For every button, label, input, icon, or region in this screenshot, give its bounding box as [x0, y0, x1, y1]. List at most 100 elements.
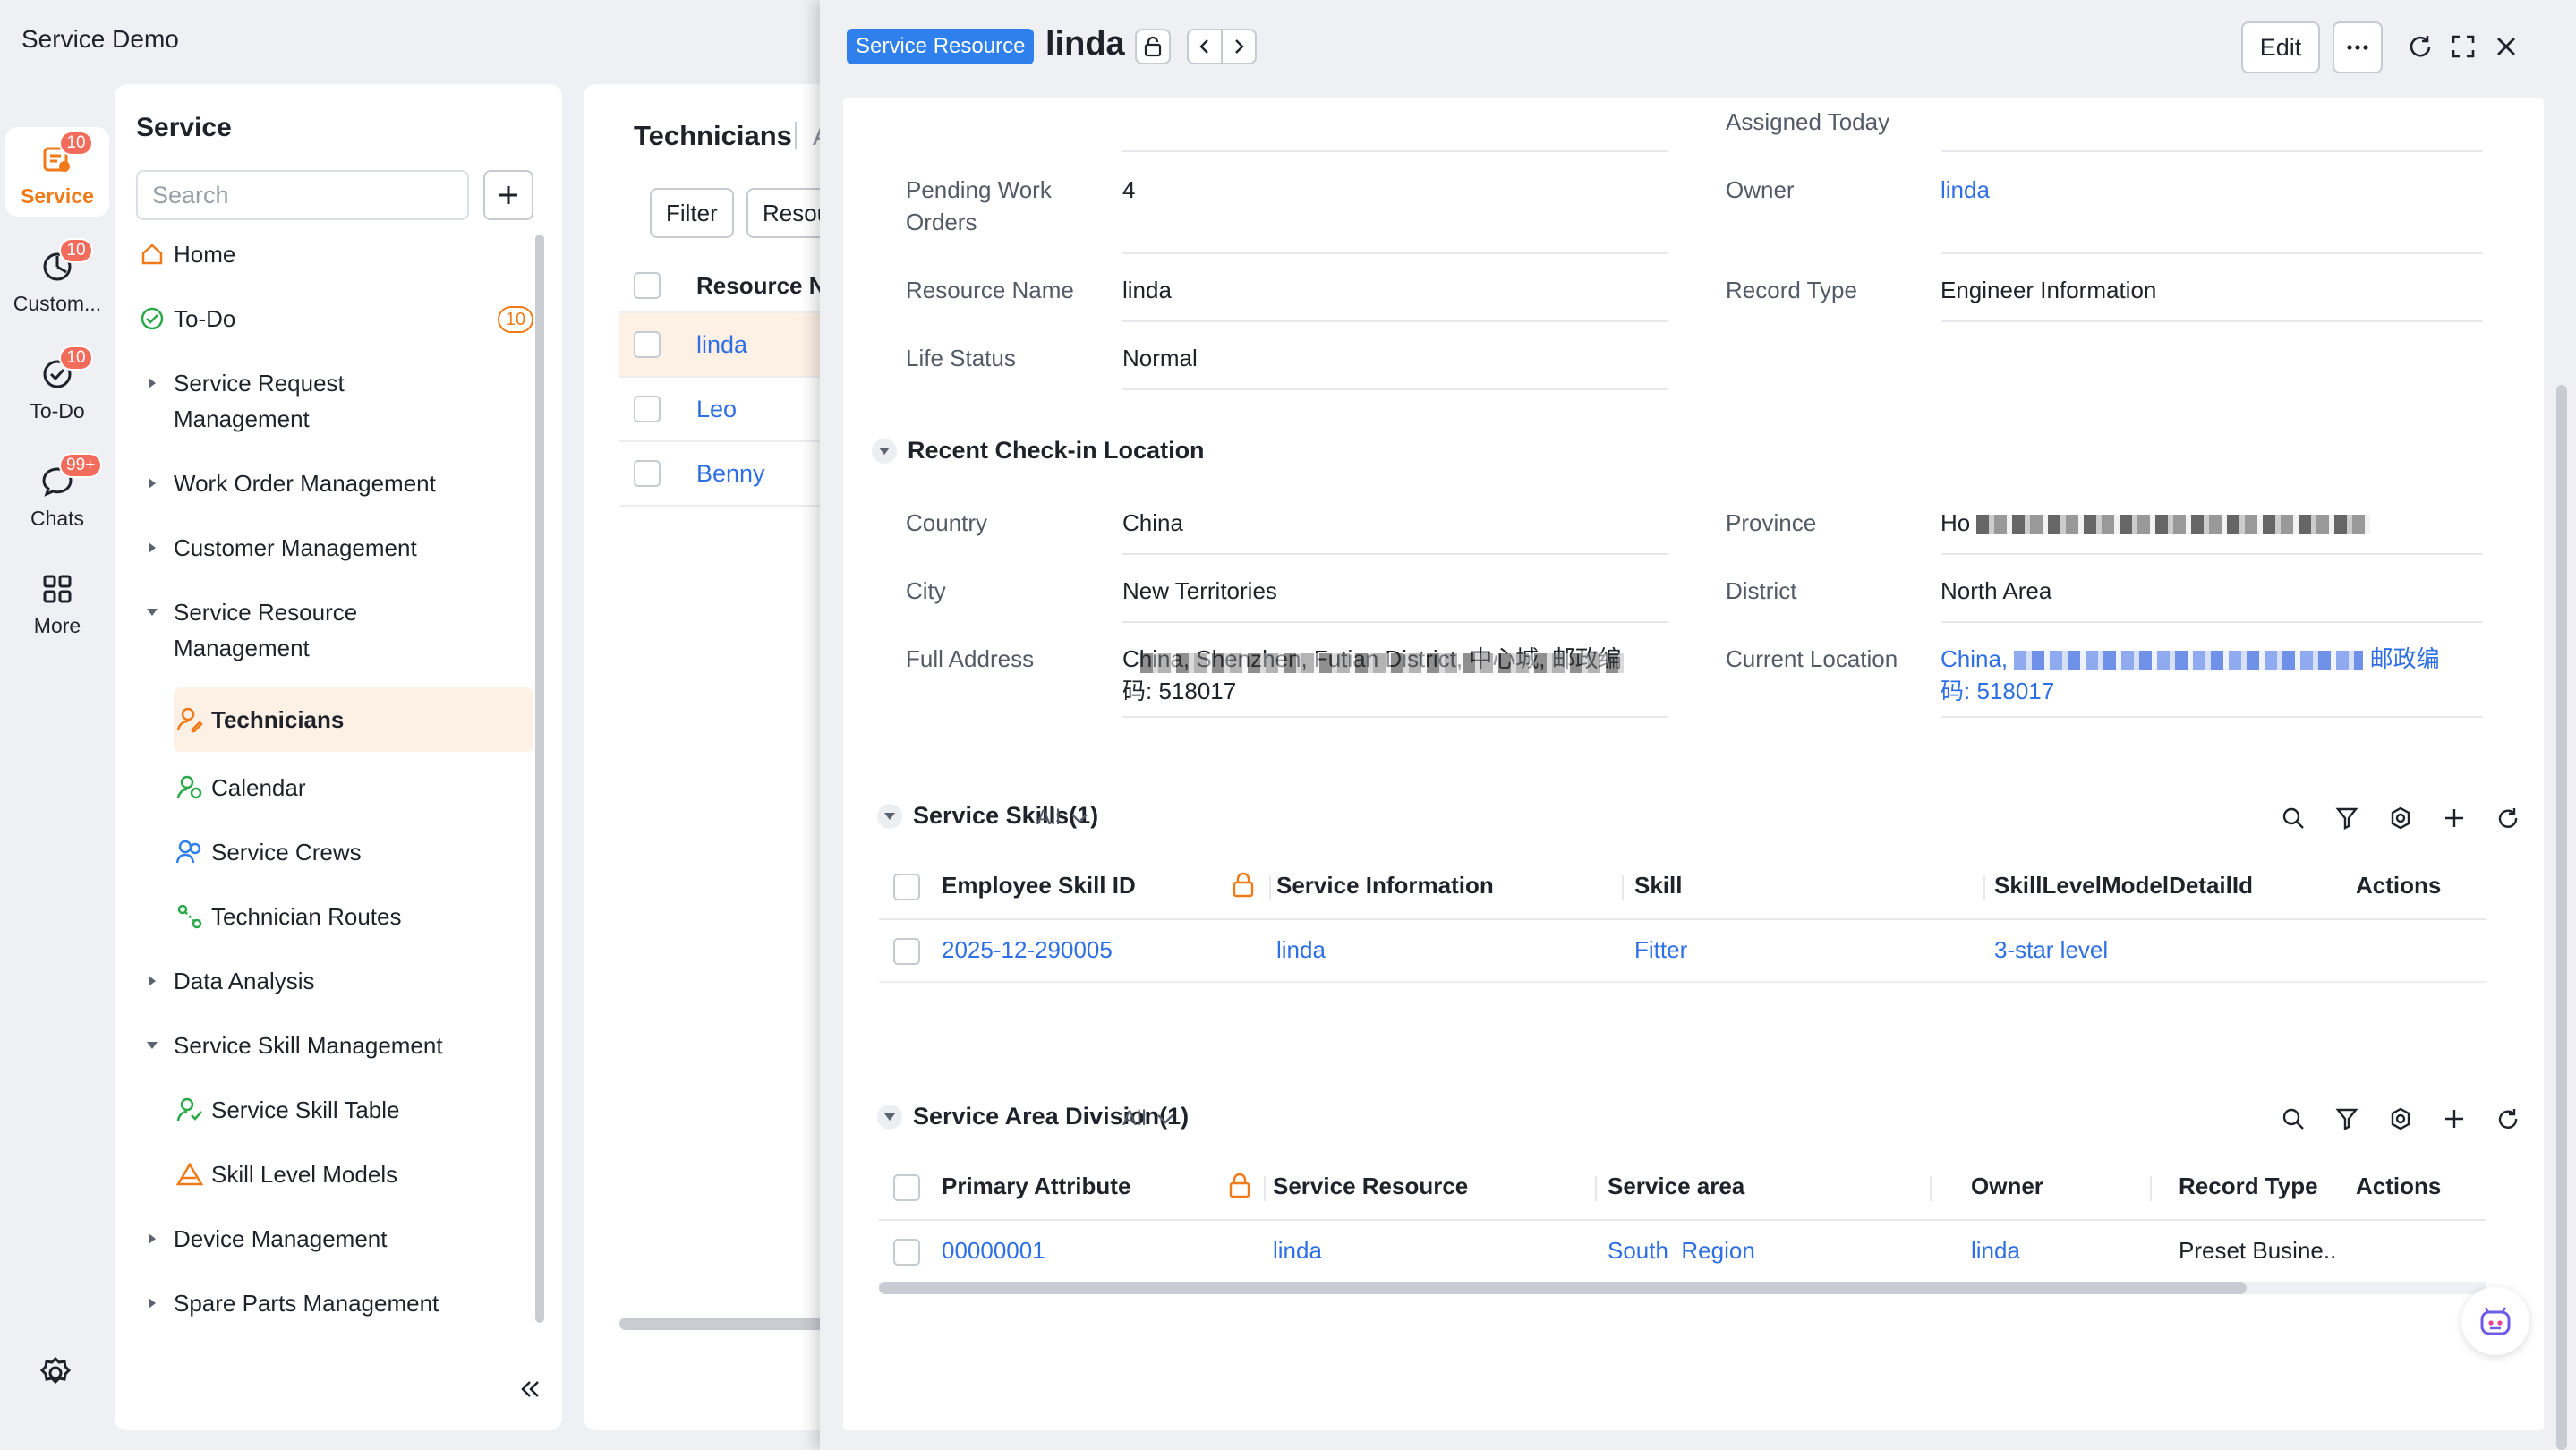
field-divider — [1122, 716, 1668, 718]
list-title: Technicians — [634, 120, 792, 151]
rail-item-service[interactable]: 10 Service — [5, 127, 109, 217]
technician-icon — [174, 702, 206, 738]
close-icon[interactable] — [2490, 30, 2522, 63]
rail-item-customer[interactable]: 10 Custom... — [5, 235, 109, 324]
nav-item-customer-management[interactable]: Customer Management — [136, 530, 539, 566]
add-button[interactable] — [483, 170, 533, 220]
field-divider — [1941, 716, 2483, 718]
column-header[interactable]: Service area — [1608, 1173, 1744, 1200]
column-header[interactable]: Primary Attribute — [942, 1173, 1130, 1200]
expand-icon[interactable] — [2447, 30, 2479, 63]
resource-link[interactable]: Leo — [696, 396, 737, 423]
area-horizontal-scrollbar[interactable] — [879, 1282, 2247, 1294]
service-resource-link[interactable]: linda — [1273, 1237, 1322, 1265]
drawer-vertical-scrollbar[interactable] — [2556, 385, 2567, 1450]
nav-item-technician-routes[interactable]: Technician Routes — [174, 899, 533, 934]
plus-icon[interactable] — [2427, 1101, 2481, 1137]
nav-item-service-crews[interactable]: Service Crews — [174, 834, 533, 870]
area-filter-dropdown[interactable]: All — [1122, 1106, 1175, 1131]
resource-link[interactable]: Benny — [696, 460, 765, 488]
nav-item-spare-parts-management[interactable]: Spare Parts Management — [136, 1285, 539, 1321]
employee-skill-id-link[interactable]: 2025-12-290005 — [942, 936, 1113, 964]
column-header[interactable]: Record Type — [2179, 1173, 2318, 1200]
skills-table-toolbar — [2266, 800, 2544, 836]
rail-item-chats[interactable]: 99+ Chats — [5, 449, 109, 539]
row-checkbox[interactable] — [634, 460, 661, 487]
plus-icon[interactable] — [2427, 800, 2481, 836]
column-header[interactable]: SkillLevelModelDetailId — [1994, 872, 2253, 900]
refresh-icon[interactable] — [2404, 30, 2436, 63]
table-row[interactable]: 00000001 linda South Region linda Preset… — [879, 1221, 2486, 1284]
nav-item-service-resource-management[interactable]: Service Resource Management — [136, 594, 539, 666]
caret-down-icon — [872, 438, 897, 464]
column-header[interactable]: Service Resource — [1273, 1173, 1468, 1200]
collapse-icon[interactable] — [514, 1373, 546, 1405]
column-header-resource-name[interactable]: Resource N — [696, 272, 826, 300]
search-icon[interactable] — [2266, 800, 2320, 836]
nav-item-technicians[interactable]: Technicians — [174, 687, 533, 752]
nav-scrollbar[interactable] — [535, 235, 544, 1323]
nav-item-service-skill-management[interactable]: Service Skill Management — [136, 1028, 539, 1063]
nav-item-calendar[interactable]: Calendar — [174, 770, 533, 806]
more-actions-button[interactable] — [2333, 21, 2383, 73]
settings-icon[interactable] — [2374, 1101, 2427, 1137]
column-header[interactable]: Service Information — [1276, 872, 1494, 900]
search-icon[interactable] — [2266, 1101, 2320, 1137]
expand-icon[interactable] — [2535, 1101, 2544, 1137]
row-checkbox[interactable] — [893, 1239, 920, 1266]
select-all-checkbox[interactable] — [893, 1174, 920, 1201]
service-information-link[interactable]: linda — [1276, 936, 1326, 964]
column-header[interactable]: Employee Skill ID — [942, 872, 1136, 900]
lock-icon — [1232, 872, 1255, 903]
nav-item-skill-level-models[interactable]: Skill Level Models — [174, 1156, 533, 1192]
lock-icon[interactable] — [1135, 29, 1171, 64]
skill-level-link[interactable]: 3-star level — [1994, 936, 2108, 964]
resource-name-label: Resource Name — [906, 277, 1074, 303]
settings-icon[interactable] — [2374, 800, 2427, 836]
nav-panel: Service Home To-Do 10 Service RequestMan… — [115, 84, 562, 1430]
row-checkbox[interactable] — [893, 938, 920, 965]
primary-attribute-link[interactable]: 00000001 — [942, 1237, 1045, 1265]
row-checkbox[interactable] — [634, 396, 661, 422]
nav-item-data-analysis[interactable]: Data Analysis — [136, 963, 539, 999]
assistant-bot-icon[interactable] — [2461, 1287, 2529, 1355]
select-all-checkbox[interactable] — [893, 874, 920, 900]
section-recent-checkin[interactable]: Recent Check-in Location — [872, 437, 1205, 465]
caret-right-icon — [136, 1221, 168, 1257]
owner-link[interactable]: linda — [1941, 174, 1990, 206]
rail-item-label: Chats — [30, 507, 85, 530]
previous-record-button[interactable] — [1187, 29, 1223, 64]
column-header[interactable]: Skill — [1634, 872, 1682, 900]
nav-item-device-management[interactable]: Device Management — [136, 1221, 539, 1257]
resource-link[interactable]: linda — [696, 331, 747, 359]
service-area-link[interactable]: South Region — [1608, 1237, 1755, 1265]
refresh-icon[interactable] — [2481, 800, 2535, 836]
expand-icon[interactable] — [2535, 800, 2544, 836]
nav-item-service-skill-table[interactable]: Service Skill Table — [174, 1092, 533, 1128]
filter-value: All — [1036, 806, 1061, 830]
rail-item-todo[interactable]: 10 To-Do — [5, 342, 109, 431]
nav-item-label: Service Skill Table — [211, 1096, 400, 1123]
nav-item-service-request-management[interactable]: Service Request Management — [136, 365, 539, 437]
table-row[interactable]: 2025-12-290005 linda Fitter 3-star level — [879, 920, 2486, 983]
filter-icon[interactable] — [2320, 800, 2374, 836]
select-all-checkbox[interactable] — [634, 272, 661, 299]
gear-icon[interactable] — [38, 1355, 77, 1395]
filter-icon[interactable] — [2320, 1101, 2374, 1137]
refresh-icon[interactable] — [2481, 1101, 2535, 1137]
row-checkbox[interactable] — [634, 331, 661, 358]
column-header[interactable]: Owner — [1971, 1173, 2043, 1200]
filter-button[interactable]: Filter — [650, 188, 734, 238]
plus-icon — [499, 186, 517, 204]
search-input[interactable] — [136, 170, 469, 220]
skills-filter-dropdown[interactable]: All — [1036, 806, 1089, 831]
current-location-link[interactable]: China, 邮政编 码: 518017 — [1941, 643, 2478, 707]
edit-button[interactable]: Edit — [2241, 21, 2320, 73]
nav-item-work-order-management[interactable]: Work Order Management — [136, 465, 539, 501]
nav-item-home[interactable]: Home — [136, 236, 539, 272]
rail-item-more[interactable]: More — [5, 557, 109, 646]
nav-item-todo[interactable]: To-Do 10 — [136, 301, 539, 337]
next-record-button[interactable] — [1221, 29, 1257, 64]
skill-link[interactable]: Fitter — [1634, 936, 1687, 964]
owner-link[interactable]: linda — [1971, 1237, 2020, 1265]
